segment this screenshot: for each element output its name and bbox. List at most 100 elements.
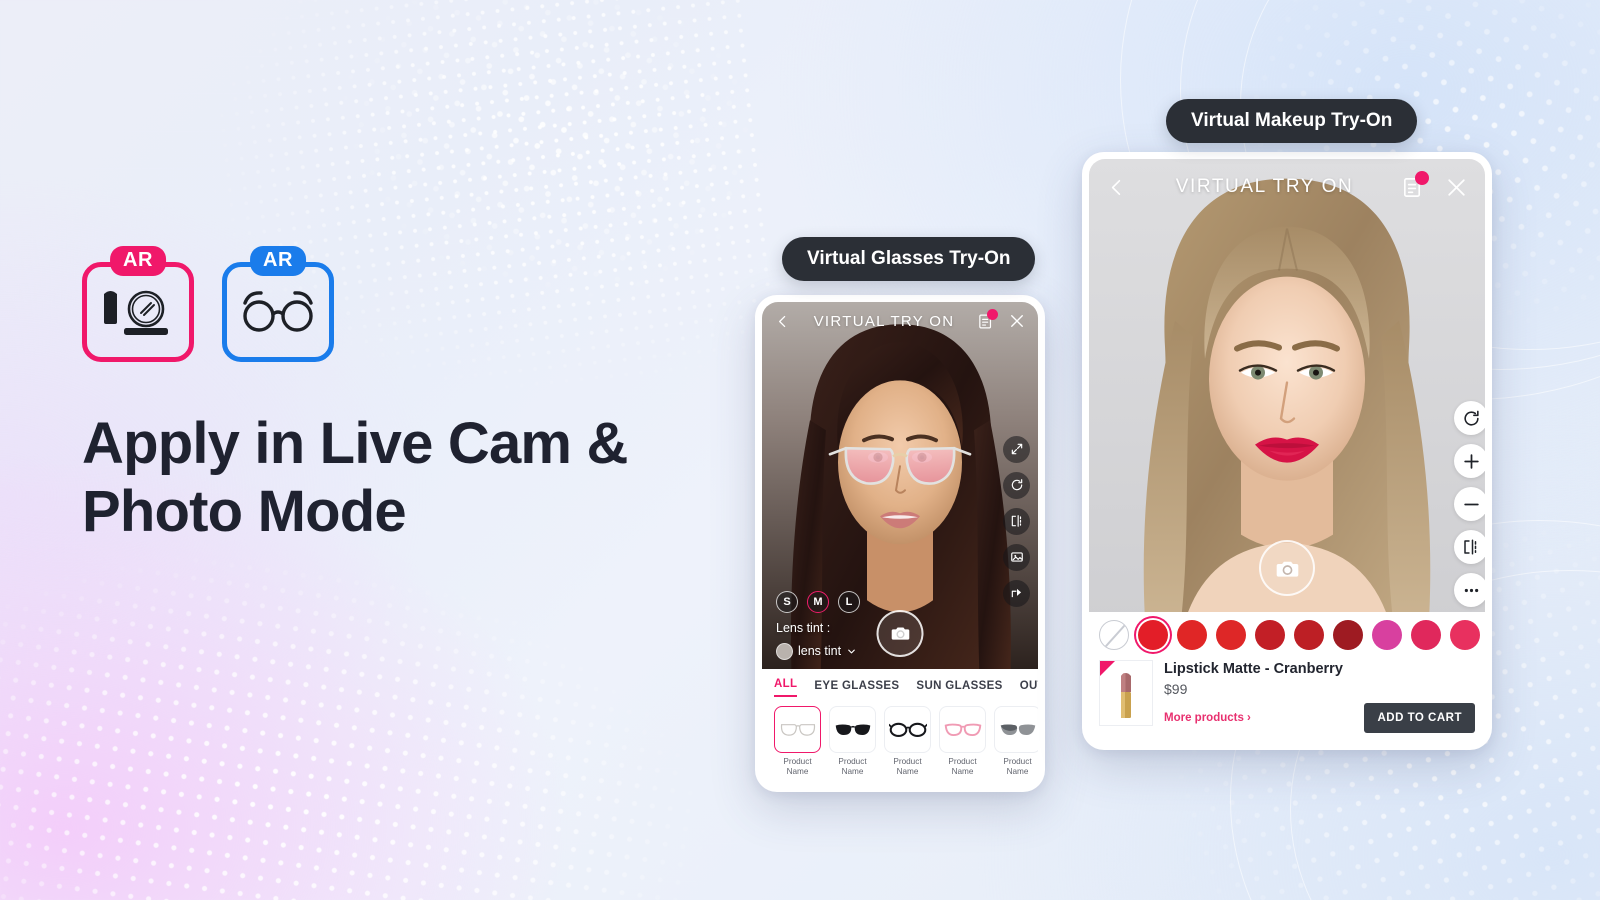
headline-line-2: Photo Mode xyxy=(82,478,407,544)
swatch-shade[interactable] xyxy=(1177,620,1207,651)
document-list-icon[interactable] xyxy=(1401,170,1429,199)
close-icon[interactable] xyxy=(1444,175,1469,200)
product-price: $99 xyxy=(1164,681,1188,697)
tab-all[interactable]: ALL xyxy=(774,678,798,697)
swatch-shade[interactable] xyxy=(1372,620,1402,651)
swatch-shade[interactable] xyxy=(1294,620,1324,651)
product-name: Product Name xyxy=(783,756,812,776)
swatch-none[interactable] xyxy=(1099,620,1129,651)
product-thumbnail[interactable] xyxy=(1099,660,1153,727)
ar-icon-group: AR AR xyxy=(82,246,702,362)
product-item[interactable]: Product Name xyxy=(829,705,876,778)
glasses-topbar: VIRTUAL TRY ON xyxy=(762,302,1038,340)
document-list-icon[interactable] xyxy=(977,308,998,330)
ar-badge-label: AR xyxy=(110,246,166,276)
more-icon[interactable] xyxy=(1454,573,1485,607)
glasses-category-tabs: ALL EYE GLASSES SUN GLASSES OUTDOOR SPOR… xyxy=(762,668,1038,697)
product-item[interactable]: Product Name xyxy=(939,705,986,778)
more-products-link[interactable]: More products › xyxy=(1164,712,1251,724)
aviator-clear-glasses-icon xyxy=(780,724,815,736)
product-item[interactable]: Product Name xyxy=(994,705,1038,778)
swatch-shade[interactable] xyxy=(1216,620,1246,651)
sunglass-grey-icon xyxy=(1000,724,1035,736)
product-thumbnail xyxy=(884,705,931,753)
swatch-shade[interactable] xyxy=(1411,620,1441,651)
ar-badge-label: AR xyxy=(250,246,306,276)
back-button[interactable] xyxy=(774,313,791,330)
tab-sun-glasses[interactable]: SUN GLASSES xyxy=(916,680,1002,697)
page-title: Apply in Live Cam & Photo Mode xyxy=(82,410,702,546)
product-thumbnail xyxy=(829,705,876,753)
camera-icon xyxy=(1276,561,1298,577)
glasses-shutter-button[interactable] xyxy=(876,609,924,657)
compare-icon[interactable] xyxy=(1003,507,1030,535)
compare-icon[interactable] xyxy=(1454,530,1485,564)
lens-tint-label: Lens tint : xyxy=(776,620,831,635)
product-thumbnail xyxy=(994,705,1038,753)
product-name: Product Name xyxy=(948,756,977,776)
makeup-lipstick-compact-icon xyxy=(82,262,194,362)
round-dark-glasses-icon xyxy=(888,722,927,737)
lens-tint-value: lens tint xyxy=(798,644,842,658)
makeup-topbar-title: VIRTUAL TRY ON xyxy=(1175,176,1354,197)
reset-icon[interactable] xyxy=(1003,471,1030,499)
expand-icon[interactable] xyxy=(1003,435,1030,463)
makeup-product-bar: Lipstick Matte - Cranberry $99 More prod… xyxy=(1089,656,1485,743)
minus-icon[interactable] xyxy=(1454,487,1485,521)
add-to-cart-button[interactable]: ADD TO CART xyxy=(1364,703,1475,733)
swatch-shade[interactable] xyxy=(1450,620,1480,651)
product-title: Lipstick Matte - Cranberry xyxy=(1164,661,1343,678)
lens-tint-swatch xyxy=(776,642,793,660)
reset-icon[interactable] xyxy=(1454,401,1485,435)
product-thumbnail xyxy=(939,705,986,753)
plus-icon[interactable] xyxy=(1454,444,1485,478)
product-info: Lipstick Matte - Cranberry $99 More prod… xyxy=(1164,660,1475,733)
close-icon[interactable] xyxy=(1008,312,1026,330)
glasses-size-selector: S M L xyxy=(776,590,860,613)
eyeglasses-icon xyxy=(222,262,334,362)
hero-section: AR AR Apply in Live Cam & Photo Mode xyxy=(82,246,702,546)
swatch-shade[interactable] xyxy=(1138,620,1168,651)
tab-eye-glasses[interactable]: EYE GLASSES xyxy=(814,680,899,697)
glasses-tryon-phone: VIRTUAL TRY ON S M L Lens tint: lens ti… xyxy=(755,295,1045,792)
makeup-camera-view[interactable]: VIRTUAL TRY ON xyxy=(1089,159,1485,613)
makeup-phone-screen: VIRTUAL TRY ON Lipstick Matte - Cranberr… xyxy=(1089,159,1485,743)
swatch-shade[interactable] xyxy=(1255,620,1285,651)
glasses-product-strip: Product Name Product Name Product Name P… xyxy=(762,696,1038,785)
camera-icon xyxy=(891,627,909,640)
cateye-pink-glasses-icon xyxy=(944,723,981,736)
glasses-topbar-title: VIRTUAL TRY ON xyxy=(813,312,955,330)
corner-badge xyxy=(1100,661,1115,677)
gallery-icon[interactable] xyxy=(1003,543,1030,571)
glasses-camera-view[interactable]: VIRTUAL TRY ON S M L Lens tint: lens ti… xyxy=(762,302,1038,669)
cateye-black-glasses-icon xyxy=(835,724,870,736)
lens-tint-dropdown[interactable]: lens tint xyxy=(776,642,857,660)
size-option-m[interactable]: M xyxy=(807,590,829,613)
makeup-tryon-pill-label: Virtual Makeup Try-On xyxy=(1166,99,1418,143)
ar-glasses-card[interactable]: AR xyxy=(222,246,334,362)
ar-makeup-card[interactable]: AR xyxy=(82,246,194,362)
glasses-tryon-pill-label: Virtual Glasses Try-On xyxy=(782,237,1036,281)
product-name: Product Name xyxy=(838,756,867,776)
notification-badge-dot xyxy=(1415,170,1429,185)
product-name: Product Name xyxy=(893,756,922,776)
product-item[interactable]: Product Name xyxy=(774,705,821,778)
back-button[interactable] xyxy=(1105,176,1128,199)
size-option-s[interactable]: S xyxy=(776,590,798,613)
makeup-tool-rail xyxy=(1454,401,1485,607)
share-icon[interactable] xyxy=(1003,579,1030,607)
tab-outdoor-sports[interactable]: OUTDOOR SPORTS xyxy=(1020,680,1038,697)
glasses-tool-rail xyxy=(1003,435,1030,607)
product-actions: More products › ADD TO CART xyxy=(1164,703,1475,733)
headline-line-1: Apply in Live Cam & xyxy=(82,411,628,476)
chevron-down-icon xyxy=(848,649,855,653)
product-item[interactable]: Product Name xyxy=(884,705,931,778)
swatch-shade[interactable] xyxy=(1333,620,1363,651)
size-option-l[interactable]: L xyxy=(838,590,860,613)
product-thumbnail xyxy=(774,705,821,753)
lipstick-icon xyxy=(1121,673,1131,719)
makeup-shutter-button[interactable] xyxy=(1259,540,1315,597)
product-name: Product Name xyxy=(1003,756,1032,776)
glasses-phone-screen: VIRTUAL TRY ON S M L Lens tint: lens ti… xyxy=(762,302,1038,785)
notification-badge-dot xyxy=(987,308,998,320)
